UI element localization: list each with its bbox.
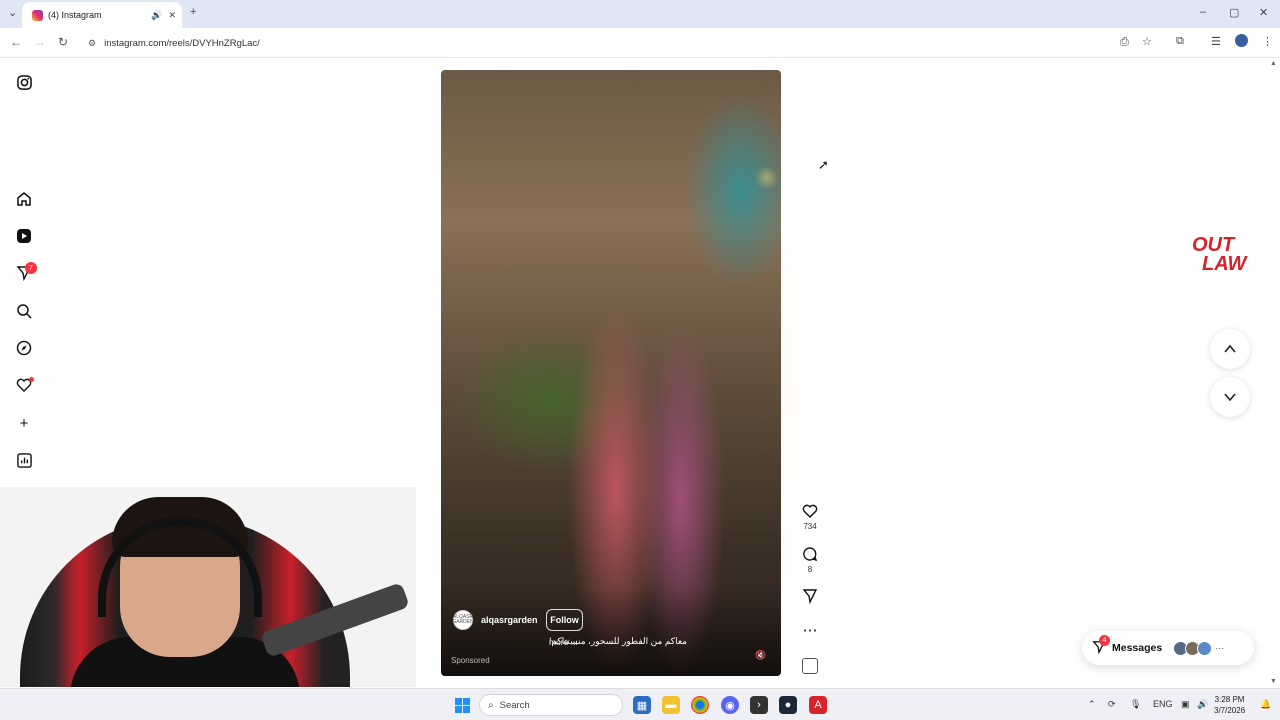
tray-overflow-icon[interactable]: ⌃ — [1088, 699, 1096, 710]
messages-send-icon: 4 — [1092, 634, 1110, 657]
comments-count: 8 — [807, 565, 813, 574]
mute-toggle-icon[interactable]: 🔇 — [755, 650, 766, 661]
bookmark-star-icon[interactable]: ☆ — [1142, 35, 1152, 48]
comment-icon[interactable] — [801, 545, 819, 563]
terminal-icon[interactable]: › — [750, 696, 768, 714]
new-tab-icon[interactable]: + — [190, 6, 196, 18]
taskbar-search[interactable]: ⌕ Search — [479, 694, 623, 716]
site-info-icon[interactable]: ⚙ — [88, 38, 96, 49]
clock-time: 3:28 PM — [1214, 695, 1245, 704]
messages-more: ··· — [1215, 643, 1225, 653]
caption-more-link[interactable]: more ... — [549, 637, 578, 647]
discord-icon[interactable]: ◉ — [721, 696, 739, 714]
reload-icon[interactable]: ↻ — [58, 35, 68, 49]
likes-count: 734 — [803, 522, 817, 531]
chrome-icon[interactable] — [691, 696, 709, 714]
clock-date: 3/7/2026 — [1214, 706, 1246, 715]
store-icon[interactable]: ▦ — [633, 696, 651, 714]
forward-arrow-icon[interactable]: → — [34, 35, 46, 49]
steam-icon[interactable]: ● — [779, 696, 797, 714]
network-icon[interactable]: ▣ — [1181, 699, 1190, 710]
follow-button[interactable]: Follow — [546, 609, 583, 631]
reel-author-avatar[interactable]: ALQASR GARDEN — [452, 610, 474, 630]
url-text: instagram.com/reels/DVYHnZRgLac/ — [104, 37, 260, 49]
dashboard-icon[interactable] — [14, 450, 34, 470]
adobe-app-icon[interactable]: A — [809, 696, 827, 714]
chevron-up-icon — [1224, 344, 1236, 353]
browser-tab-bar: ⌄ (4) Instagram 🔊 ✕ + – ▢ ✕ — [0, 0, 1280, 28]
maximize-button[interactable]: ▢ — [1229, 6, 1239, 19]
previous-reel-button[interactable] — [1210, 329, 1250, 369]
close-window-button[interactable]: ✕ — [1259, 6, 1268, 19]
webcam-overlay — [0, 487, 416, 687]
search-icon[interactable] — [14, 301, 34, 321]
browser-toolbar: ← → ↻ ⚙ instagram.com/reels/DVYHnZRgLac/… — [0, 28, 1280, 58]
next-reel-button[interactable] — [1210, 377, 1250, 417]
profile-avatar-icon[interactable] — [1235, 34, 1248, 47]
reel-caption-shade — [441, 586, 781, 676]
speaker-icon[interactable]: 🔊 — [151, 10, 162, 21]
message-avatars — [1173, 640, 1213, 656]
search-icon: ⌕ — [488, 699, 494, 711]
minimize-button[interactable]: – — [1200, 6, 1206, 18]
notification-count-badge: 7 — [25, 262, 37, 274]
messages-label: Messages — [1112, 642, 1163, 654]
windows-start-icon[interactable] — [455, 698, 470, 713]
install-app-icon[interactable]: ⎙ — [1120, 36, 1129, 49]
microphone-icon[interactable]: 🎙 — [1130, 699, 1141, 710]
taskbar-search-placeholder: Search — [499, 699, 530, 711]
tab-title: (4) Instagram — [48, 10, 102, 20]
notification-center-icon[interactable]: 🔔 — [1260, 699, 1271, 710]
messages-badge: 4 — [1099, 634, 1110, 646]
sync-icon[interactable]: ⟳ — [1108, 699, 1116, 710]
audio-thumbnail[interactable] — [802, 658, 818, 674]
reel-video[interactable]: ALQASR GARDEN alqasrgarden Follow معاكم … — [441, 70, 781, 676]
scroll-down-arrow-icon[interactable]: ▼ — [1270, 678, 1277, 685]
sponsored-label: Sponsored — [451, 656, 490, 665]
tab-close-icon[interactable]: ✕ — [168, 10, 176, 21]
outlaw-logo: OUT LAW — [1192, 235, 1247, 275]
messages-button[interactable]: 4 Messages ··· — [1082, 631, 1254, 665]
message-avatar — [1197, 640, 1213, 656]
file-explorer-icon[interactable]: ▬ — [662, 696, 680, 714]
share-send-icon[interactable] — [801, 587, 819, 605]
chevron-down-icon — [1224, 393, 1236, 402]
browser-tab[interactable]: (4) Instagram 🔊 ✕ — [22, 2, 182, 28]
create-plus-icon[interactable]: + — [14, 413, 34, 433]
media-control-icon[interactable]: ☰ — [1211, 35, 1221, 48]
browser-menu-icon[interactable]: ⋮ — [1262, 35, 1273, 48]
instagram-logo-icon[interactable] — [14, 72, 34, 92]
explore-compass-icon[interactable] — [14, 338, 34, 358]
home-icon[interactable] — [14, 189, 34, 209]
back-arrow-icon[interactable]: ← — [10, 35, 22, 49]
volume-icon[interactable]: 🔊 — [1197, 699, 1208, 710]
instagram-favicon-icon — [32, 9, 43, 21]
address-bar[interactable]: ⚙ instagram.com/reels/DVYHnZRgLac/ — [80, 31, 1110, 55]
reels-icon[interactable] — [14, 226, 34, 246]
scroll-up-arrow-icon[interactable]: ▲ — [1270, 60, 1277, 67]
reel-avatar-text: ALQASR GARDEN — [452, 614, 474, 625]
notifications-dot — [29, 377, 34, 382]
mouse-cursor-icon: ➚ — [818, 157, 829, 172]
language-indicator[interactable]: ENG — [1153, 699, 1173, 709]
system-clock[interactable]: 3:28 PM 3/7/2026 — [1214, 694, 1245, 716]
logo-line-2: LAW — [1202, 253, 1247, 275]
extensions-icon[interactable]: ⧉ — [1176, 35, 1184, 48]
tab-search-icon[interactable]: ⌄ — [8, 6, 17, 19]
like-heart-icon[interactable] — [801, 502, 819, 520]
reel-username[interactable]: alqasrgarden — [481, 615, 538, 625]
windows-taskbar: ⌕ Search ▦ ▬ ◉ › ● A ⌃ ⟳ 🎙 ENG ▣ 🔊 3:28 … — [0, 688, 1280, 720]
more-options-icon[interactable]: ⋯ — [801, 621, 819, 639]
